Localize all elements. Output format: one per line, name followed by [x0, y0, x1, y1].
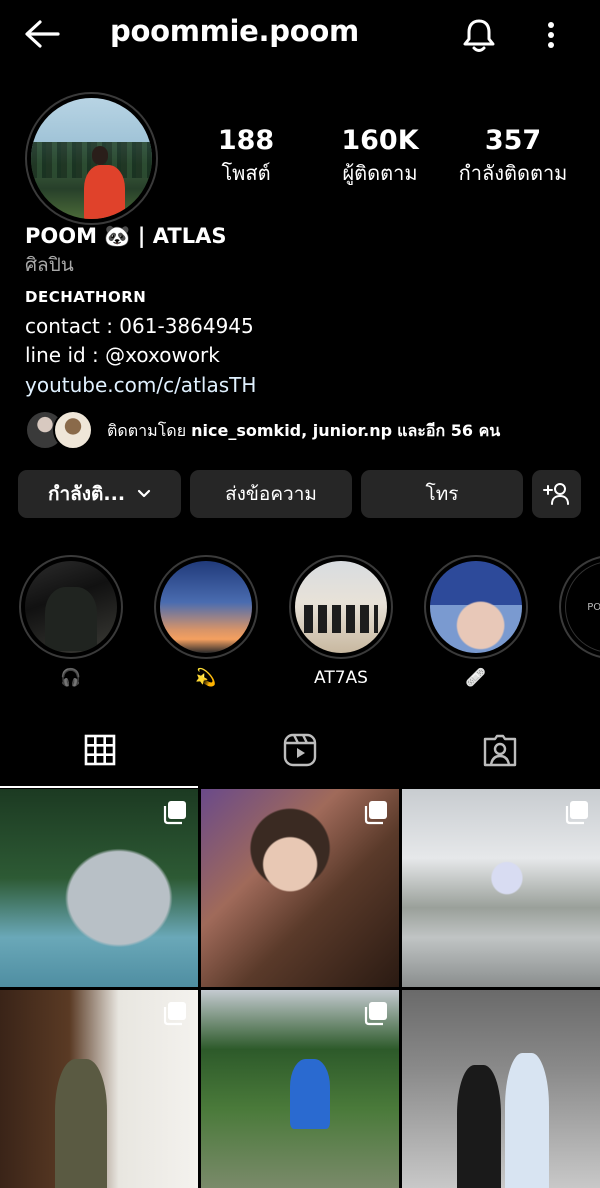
profile-username: poommie.poom — [110, 14, 359, 48]
chevron-down-icon — [137, 489, 151, 498]
followed-by-prefix: ติดตามโดย — [107, 421, 187, 440]
followers-count: 160K — [341, 125, 419, 156]
story-highlight[interactable]: AT7AS — [289, 555, 393, 689]
following-count: 357 — [484, 125, 542, 156]
followed-by-text: ติดตามโดย nice_somkid, junior.np และอีก … — [107, 419, 500, 444]
call-button[interactable]: โทร — [361, 470, 523, 518]
display-name: POOM 🐼 | ATLAS — [25, 224, 227, 248]
avatar-image — [31, 98, 152, 219]
highlight-cover — [295, 561, 387, 653]
top-bar: poommie.poom — [0, 0, 600, 70]
back-arrow-icon[interactable] — [22, 16, 62, 56]
reels-icon — [283, 733, 317, 767]
post-thumbnail[interactable] — [201, 990, 399, 1188]
bio-subhead: DECHATHORN — [25, 288, 147, 306]
carousel-icon — [364, 1002, 387, 1026]
story-highlight[interactable]: 🩹 — [424, 555, 528, 689]
highlight-ring — [424, 555, 528, 659]
profile-avatar[interactable] — [25, 92, 158, 225]
bio-link[interactable]: youtube.com/c/atlasTH — [25, 370, 585, 400]
add-user-icon — [542, 483, 569, 505]
story-highlight[interactable]: 🎧 — [19, 555, 123, 689]
followed-by[interactable]: ติดตามโดย nice_somkid, junior.np และอีก … — [25, 410, 585, 450]
carousel-icon — [163, 801, 186, 825]
highlight-cover-text: POOM DE — [587, 601, 600, 613]
highlight-cover — [430, 561, 522, 653]
add-user-button[interactable] — [532, 470, 581, 518]
bio-line-id: line id : @xoxowork — [25, 343, 220, 367]
stat-posts[interactable]: 188 โพสต์ — [196, 124, 296, 188]
followers-label: ผู้ติดตาม — [342, 161, 418, 185]
tab-posts-grid[interactable] — [0, 712, 200, 788]
post-thumbnail[interactable] — [0, 990, 198, 1188]
post-thumbnail[interactable] — [402, 789, 600, 987]
highlight-caption: AT7AS — [314, 668, 368, 688]
highlight-caption: 💫 — [195, 668, 217, 688]
stat-followers[interactable]: 160K ผู้ติดตาม — [325, 124, 435, 188]
carousel-icon — [364, 801, 387, 825]
followed-by-suffix: และอีก 56 คน — [397, 421, 501, 440]
post-thumbnail[interactable] — [0, 789, 198, 987]
highlight-ring — [19, 555, 123, 659]
highlight-cover — [25, 561, 117, 653]
posts-count: 188 — [217, 125, 275, 156]
following-button[interactable]: กำลังติ... — [18, 470, 181, 518]
post-thumbnail[interactable] — [402, 990, 600, 1188]
highlight-cover: POOM DE — [565, 561, 600, 653]
story-highlight[interactable]: 💫 — [154, 555, 258, 689]
highlight-ring — [289, 555, 393, 659]
followed-by-names: nice_somkid, junior.np — [191, 421, 393, 440]
mutual-avatar — [53, 410, 93, 450]
highlight-ring: POOM DE — [559, 555, 600, 659]
message-button[interactable]: ส่งข้อความ — [190, 470, 352, 518]
highlight-caption: 🎧 — [60, 668, 82, 688]
profile-bio: POOM 🐼 | ATLAS ศิลปิน DECHATHORN contact… — [25, 222, 585, 400]
tagged-icon — [483, 734, 517, 767]
carousel-icon — [163, 1002, 186, 1026]
tab-reels[interactable] — [200, 712, 400, 788]
tab-tagged[interactable] — [400, 712, 600, 788]
profile-category: ศิลปิน — [25, 254, 74, 276]
stat-following[interactable]: 357 กำลังติดตาม — [448, 124, 578, 188]
highlight-cover — [160, 561, 252, 653]
notification-bell-icon[interactable] — [458, 14, 500, 56]
grid-icon — [84, 734, 116, 766]
story-highlight[interactable]: POOM DE — [559, 555, 600, 659]
bio-contact: contact : 061-3864945 — [25, 314, 254, 338]
carousel-icon — [565, 801, 588, 825]
more-options-icon[interactable] — [536, 14, 566, 56]
highlight-caption: 🩹 — [465, 668, 487, 688]
following-button-label: กำลังติ... — [47, 483, 126, 505]
highlight-ring — [154, 555, 258, 659]
posts-label: โพสต์ — [221, 161, 271, 185]
post-thumbnail[interactable] — [201, 789, 399, 987]
following-label: กำลังติดตาม — [458, 161, 568, 185]
profile-tabs — [0, 712, 600, 788]
